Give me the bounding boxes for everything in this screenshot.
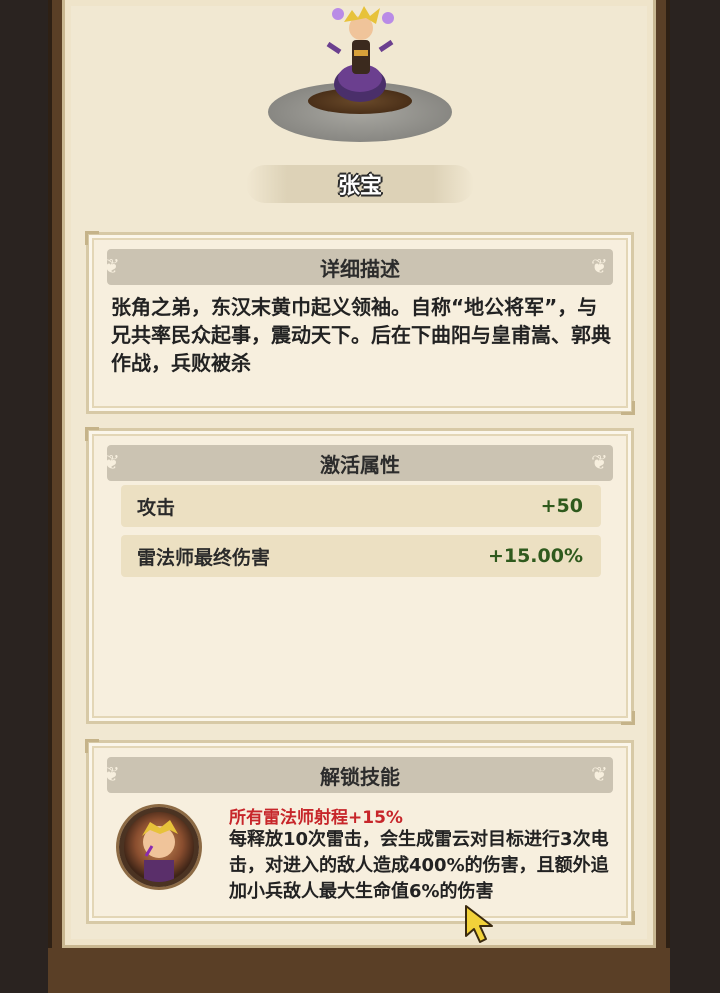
description-header: ❦ 详细描述 ❦ [103, 249, 613, 285]
swirl-ornament-icon: ❦ [591, 450, 608, 474]
description-text: 张角之弟，东汉末黄巾起义领袖。自称“地公将军”，与兄共率民众起事，震动天下。后在… [111, 295, 611, 375]
attribute-value: +15.00% [487, 545, 583, 567]
skill-portrait-icon[interactable] [119, 807, 199, 887]
attribute-name: 攻击 [137, 496, 176, 519]
swirl-ornament-icon: ❦ [103, 762, 120, 786]
attribute-name: 雷法师最终伤害 [137, 546, 271, 569]
attributes-panel: ❦ 激活属性 ❦ 攻击 +50 雷法师最终伤害 +15.00% [85, 427, 635, 725]
swirl-ornament-icon: ❦ [591, 762, 608, 786]
hero-name-plate: 张宝 [246, 165, 474, 203]
frame-bottom [48, 948, 670, 993]
attribute-row: 雷法师最终伤害 +15.00% [121, 535, 601, 577]
swirl-ornament-icon: ❦ [591, 254, 608, 278]
swirl-ornament-icon: ❦ [103, 450, 120, 474]
pointer-cursor-icon [465, 905, 493, 943]
attributes-header: ❦ 激活属性 ❦ [103, 445, 613, 481]
description-panel: ❦ 详细描述 ❦ 张角之弟，东汉末黄巾起义领袖。自称“地公将军”，与兄共率民众起… [85, 231, 635, 415]
description-title: 详细描述 [320, 256, 400, 281]
hero-name: 张宝 [337, 174, 382, 199]
skill-header-title: 解锁技能 [320, 764, 400, 789]
skill-name: 所有雷法师射程+15% [229, 808, 403, 828]
skill-header: ❦ 解锁技能 ❦ [103, 757, 613, 793]
attribute-value: +50 [540, 495, 583, 517]
attributes-title: 激活属性 [320, 452, 400, 477]
hero-portrait-icon[interactable] [300, 0, 420, 108]
attribute-row: 攻击 +50 [121, 485, 601, 527]
skill-description: 每释放10次雷击，会生成雷云对目标进行3次电击，对进入的敌人造成400%的伤害，… [229, 829, 609, 902]
skill-panel: ❦ 解锁技能 ❦ 所有雷法师射程+15% 每释放10次雷击，会生成雷云对目标进行… [85, 739, 635, 925]
swirl-ornament-icon: ❦ [103, 254, 120, 278]
